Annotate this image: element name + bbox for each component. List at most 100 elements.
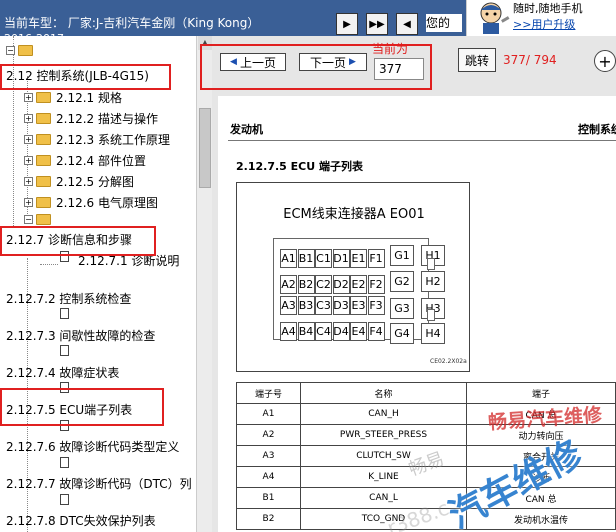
zoom-in-button[interactable]: +: [594, 50, 616, 72]
tree-item-2-12-7[interactable]: 2.12.7 诊断信息和步骤: [6, 231, 132, 248]
tree-item-2-12-7-3[interactable]: 2.12.7.3 间歇性故障的检查: [6, 327, 155, 344]
connector-pin: B1: [297, 249, 315, 268]
folder-icon: [36, 134, 51, 145]
fast-forward-icon: ▶▶: [369, 18, 385, 30]
scrollbar-thumb[interactable]: [199, 108, 211, 188]
connector-pin: A2: [280, 275, 297, 294]
folder-icon: [36, 113, 51, 124]
table-cell-name: CAN_H: [300, 403, 467, 425]
connector-pin: C3: [315, 296, 332, 315]
current-car-model-label: 当前车型： 厂家:J-吉利汽车金刚（King Kong）: [4, 16, 260, 30]
user-upgrade-link[interactable]: >>用户升级: [513, 16, 575, 32]
connector-pin: G4: [390, 323, 414, 344]
tree-collapse-toggle[interactable]: −: [6, 45, 38, 56]
table-cell-desc: CAN 总: [466, 403, 616, 425]
table-cell-name: PWR_STEER_PRESS: [300, 424, 467, 446]
tree-item-label: 2.12.7.5 ECU端子列表: [6, 403, 133, 417]
connector-pin: C2: [315, 275, 332, 294]
table-cell-name: CAN_L: [300, 487, 467, 509]
table-cell-desc: 动力转向压: [466, 424, 616, 446]
connector-pin: B4: [297, 322, 315, 341]
tree-item-label: 2.12.4 部件位置: [56, 154, 146, 168]
tree-item-2-12-2[interactable]: +2.12.2 描述与操作: [24, 110, 158, 127]
terminal-table: 端子号 名称 端子 A1 CAN_H CAN 总 A2 PWR_STEER_PRESS 动…: [236, 382, 616, 530]
document-icon: [60, 308, 69, 319]
expand-icon: +: [24, 114, 33, 123]
tree-item-2-12-7-6[interactable]: 2.12.7.6 故障诊断代码类型定义: [6, 438, 179, 455]
tree-item-label: 2.12.7.2 控制系统检查: [6, 292, 132, 306]
tree-scrollbar[interactable]: ▲: [196, 36, 212, 532]
expand-icon: +: [24, 93, 33, 102]
table-cell-desc: CAN 总: [466, 487, 616, 509]
connector-pin: A1: [280, 249, 297, 268]
tree-item-2-12-7-2[interactable]: 2.12.7.2 控制系统检查: [6, 290, 131, 307]
car-year: 2016-2017: [4, 32, 64, 45]
connector-pin: H2: [421, 271, 445, 292]
toc-tree: − 2.12 控制系统(JLB-4G15) +2.12.1 规格 +2.12.2…: [0, 36, 196, 532]
tree-item-label: 2.12.1 规格: [56, 91, 122, 105]
connector-pin: D4: [332, 322, 350, 341]
table-cell-terminal: A3: [236, 445, 301, 467]
tree-item-label: 2.12.7.8 DTC失效保护列表: [6, 514, 156, 528]
tree-item-2-12-7-7[interactable]: 2.12.7.7 故障诊断代码（DTC）列: [6, 475, 192, 492]
table-cell-terminal: A1: [236, 403, 301, 425]
connector-title: ECM线束连接器A EO01: [283, 207, 425, 222]
connector-pin: D2: [332, 275, 350, 294]
table-cell-name: CLUTCH_SW: [300, 445, 467, 467]
connector-latch: [427, 258, 435, 270]
step-back-button[interactable]: ◀: [396, 13, 418, 35]
tree-item-2-12-7-1[interactable]: 2.12.7.1 诊断说明: [78, 252, 179, 269]
folder-icon: [36, 155, 51, 166]
connector-pin: F1: [367, 249, 385, 268]
table-cell-terminal: A4: [236, 466, 301, 488]
table-row: A1 CAN_H CAN 总: [236, 403, 616, 425]
table-cell-name: K_LINE: [300, 466, 467, 488]
connector-pin: C4: [315, 322, 332, 341]
mechanic-mascot-icon: [480, 2, 510, 34]
tree-item-label: 2.12.7.1 诊断说明: [78, 254, 180, 268]
ad-banner[interactable]: 随时,随地手机 >>用户升级: [466, 0, 616, 36]
table-row: A4 K_LINE 诊断: [236, 466, 616, 488]
ad-text: 随时,随地手机: [513, 2, 583, 15]
greeting-text: 您的: [426, 14, 462, 32]
tree-item-label: 2.12.7.7 故障诊断代码（DTC）列: [6, 477, 192, 491]
document-icon: [60, 494, 69, 505]
connector-pin: E1: [350, 249, 367, 268]
column-header: 端子号: [236, 382, 301, 404]
tree-item-2-12[interactable]: 2.12 控制系统(JLB-4G15): [6, 67, 149, 84]
connector-body: A1 B1 C1 D1 E1 F1 A2 B2 C2 D2 E2 F2 A3 B3 C3 D3 E3 F3 A4 B4…: [273, 238, 445, 344]
expand-icon: +: [24, 156, 33, 165]
column-header: 名称: [300, 382, 467, 404]
tree-item-2-12-4[interactable]: +2.12.4 部件位置: [24, 152, 146, 169]
connector-pin: G1: [390, 245, 414, 266]
folder-icon: [36, 92, 51, 103]
tree-item-2-12-1[interactable]: +2.12.1 规格: [24, 89, 122, 106]
tree-item-label: 2.12 控制系统(JLB-4G15): [6, 69, 149, 83]
tree-item-2-12-7-4[interactable]: 2.12.7.4 故障症状表: [6, 364, 119, 381]
connector-pin: A3: [280, 296, 297, 315]
zoom-in-icon: +: [598, 51, 612, 71]
tree-item-2-12-6[interactable]: +2.12.6 电气原理图: [24, 194, 158, 211]
play-icon: ▶: [343, 18, 351, 30]
tree-collapse-toggle-2-12-7[interactable]: −: [24, 214, 56, 225]
tree-item-2-12-7-5[interactable]: 2.12.7.5 ECU端子列表: [6, 401, 132, 418]
play-button[interactable]: ▶: [336, 13, 358, 35]
top-bar: 当前车型： 厂家:J-吉利汽车金刚（King Kong） ▶ ▶▶ ◀ 您的 随…: [0, 0, 616, 36]
connector-diagram: ECM线束连接器A EO01 A1 B1 C1 D1 E1 F1 A2 B2 C2 D2 E2 F2 A…: [236, 182, 470, 372]
jump-button[interactable]: 跳转: [458, 48, 496, 72]
section-title: 2.12.7.5 ECU 端子列表: [236, 160, 363, 173]
doc-header-left: 发动机: [230, 123, 263, 136]
document-icon: [60, 251, 69, 262]
expand-icon: +: [24, 135, 33, 144]
collapse-icon: −: [6, 46, 15, 55]
tree-item-label: 2.12.6 电气原理图: [56, 196, 158, 210]
document-icon: [60, 345, 69, 356]
tree-item-2-12-3[interactable]: +2.12.3 系统工作原理: [24, 131, 170, 148]
tree-item-2-12-7-8[interactable]: 2.12.7.8 DTC失效保护列表: [6, 512, 156, 529]
table-cell-terminal: B1: [236, 487, 301, 509]
fast-forward-button[interactable]: ▶▶: [366, 13, 388, 35]
document-icon: [60, 420, 69, 431]
folder-icon: [36, 176, 51, 187]
connector-pin: B3: [297, 296, 315, 315]
tree-item-2-12-5[interactable]: +2.12.5 分解图: [24, 173, 134, 190]
